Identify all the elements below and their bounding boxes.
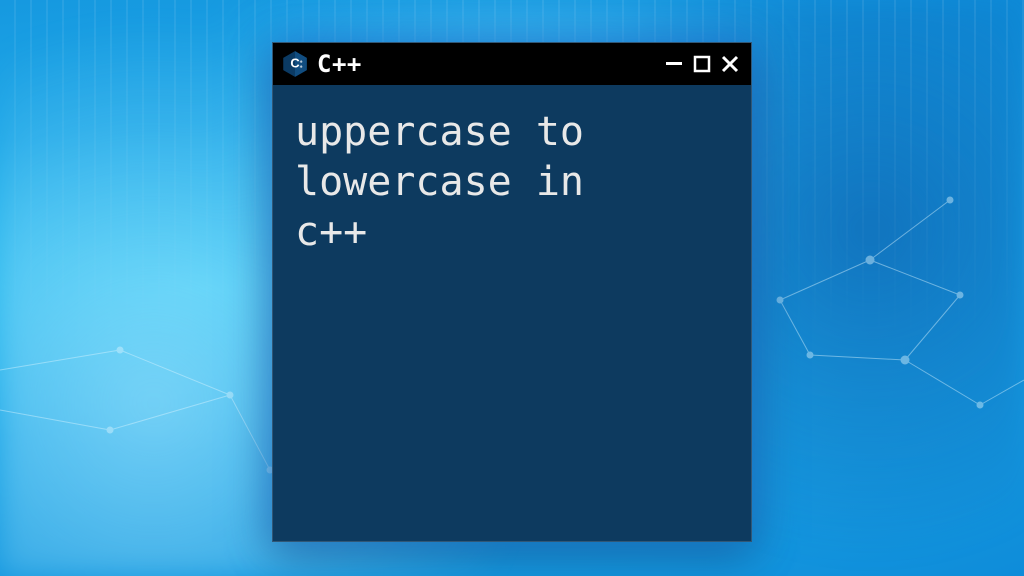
minimize-button[interactable] bbox=[663, 52, 685, 74]
terminal-content: uppercase to lowercase in c++ bbox=[273, 85, 751, 541]
window-title: C++ bbox=[317, 50, 655, 78]
title-bar[interactable]: C + + C++ bbox=[273, 43, 751, 85]
window-controls bbox=[663, 53, 741, 75]
maximize-button[interactable] bbox=[691, 53, 713, 75]
svg-text:+: + bbox=[300, 64, 303, 70]
terminal-window: C + + C++ uppercase to lowercase in c++ bbox=[272, 42, 752, 542]
cpp-logo-icon: C + + bbox=[281, 50, 309, 78]
background-image: C + + C++ uppercase to lowercase in c++ bbox=[0, 0, 1024, 576]
svg-text:C: C bbox=[290, 55, 299, 70]
close-button[interactable] bbox=[719, 53, 741, 75]
